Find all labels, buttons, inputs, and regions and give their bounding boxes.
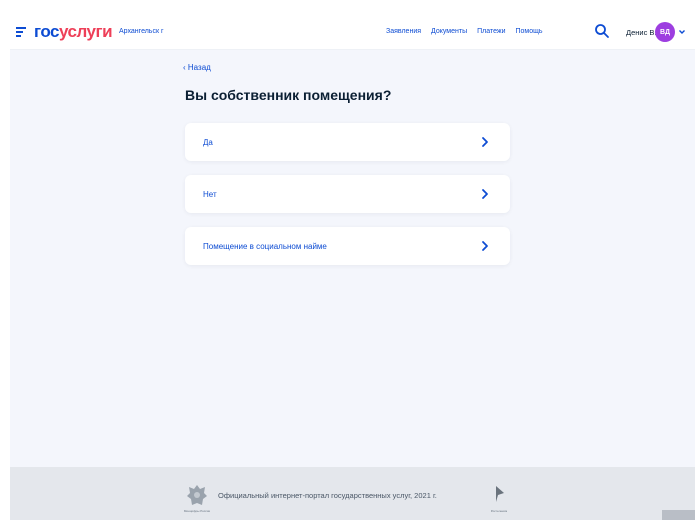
footer: Минцифры России Официальный интернет-пор… [10, 467, 695, 520]
option-label: Помещение в социальном найме [203, 241, 327, 251]
nav-item-help[interactable]: Помощь [516, 28, 543, 35]
option-label: Нет [203, 189, 217, 199]
chevron-right-icon [482, 137, 488, 147]
nav-item-payments[interactable]: Платежи [477, 28, 505, 35]
corner-tab [662, 510, 695, 520]
user-name[interactable]: Денис В. [626, 28, 657, 37]
gosuslugi-logo[interactable]: госуслуги [34, 22, 113, 42]
option-no[interactable]: Нет [185, 175, 510, 213]
page-title: Вы собственник помещения? [185, 87, 392, 103]
emblem-icon [187, 485, 207, 505]
nav-item-applications[interactable]: Заявления [386, 28, 421, 35]
option-yes[interactable]: Да [185, 123, 510, 161]
chevron-down-icon[interactable] [678, 28, 686, 36]
rostelecom-caption: Ростелеком [490, 509, 508, 513]
city-selector[interactable]: Архангельск г [119, 28, 164, 35]
chevron-right-icon [482, 241, 488, 251]
option-social-rent[interactable]: Помещение в социальном найме [185, 227, 510, 265]
top-strip [0, 0, 695, 16]
footer-text: Официальный интернет-портал государствен… [218, 491, 437, 500]
chevron-right-icon [482, 189, 488, 199]
left-strip [0, 0, 10, 520]
option-label: Да [203, 137, 213, 147]
back-link[interactable]: ‹ Назад [183, 63, 211, 72]
search-icon[interactable] [594, 23, 610, 39]
rostelecom-logo-icon [496, 486, 504, 502]
avatar[interactable]: ВД [655, 22, 675, 42]
nav-item-documents[interactable]: Документы [431, 28, 467, 35]
top-navigation-bar: госуслуги Архангельск г Заявления Докуме… [10, 16, 695, 50]
menu-icon[interactable] [16, 27, 26, 37]
main-nav: Заявления Документы Платежи Помощь [386, 28, 543, 35]
emblem-caption: Минцифры России [183, 509, 211, 513]
